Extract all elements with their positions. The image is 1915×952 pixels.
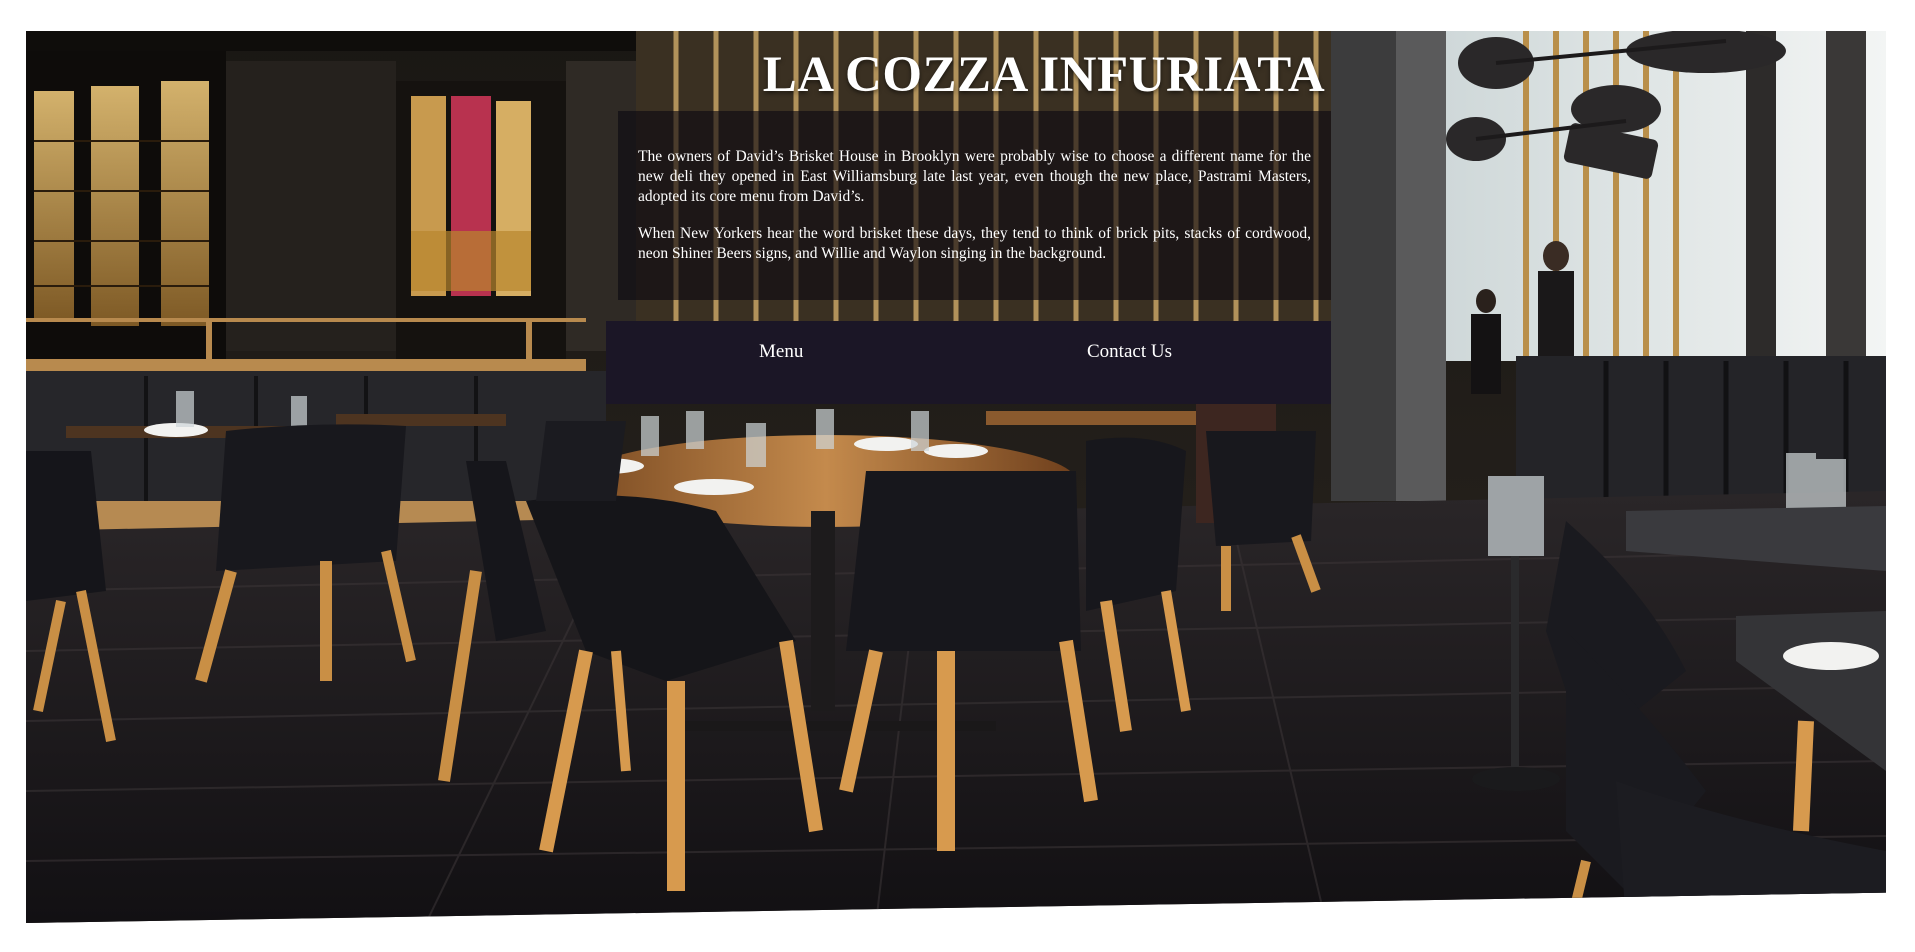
intro-paragraph-2: When New Yorkers hear the word brisket t… xyxy=(638,225,1311,262)
intro-paragraph-1: The owners of David’s Brisket House in B… xyxy=(638,148,1311,205)
hero-frame: LA COZZA INFURIATA The owners of David’s… xyxy=(26,31,1886,923)
nav-menu-link[interactable]: Menu xyxy=(759,341,803,363)
nav-contact-link[interactable]: Contact Us xyxy=(1087,341,1172,363)
site-title: LA COZZA INFURIATA xyxy=(762,47,1326,103)
nav-bar: Menu Contact Us xyxy=(606,321,1331,404)
intro-panel: The owners of David’s Brisket House in B… xyxy=(618,111,1331,300)
